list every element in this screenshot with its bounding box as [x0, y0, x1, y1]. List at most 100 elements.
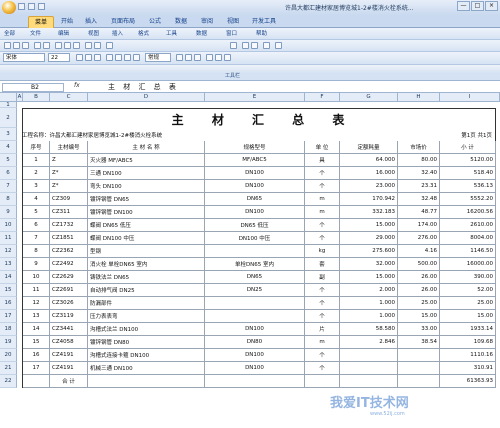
table-cell[interactable]: 29.000 — [340, 232, 398, 245]
number-format-select[interactable]: 常规 — [145, 53, 171, 62]
table-cell[interactable]: 15.000 — [340, 219, 398, 232]
table-cell[interactable]: DN100 — [205, 206, 305, 219]
table-cell[interactable]: 镀锌钢管 DN100 — [88, 206, 205, 219]
table-header-cell[interactable]: 主材编号 — [50, 141, 88, 154]
table-cell[interactable]: 5120.00 — [440, 154, 496, 167]
table-cell[interactable] — [88, 375, 205, 388]
row-header[interactable]: 13 — [0, 258, 17, 271]
table-cell[interactable]: 2.000 — [340, 284, 398, 297]
borders-icon[interactable] — [206, 54, 213, 61]
table-cell[interactable]: 10 — [23, 271, 50, 284]
select-all-corner[interactable] — [0, 93, 17, 102]
table-cell[interactable]: 消火栓 单栓DN65 室内 — [88, 258, 205, 271]
menu-data[interactable]: 数据 — [196, 30, 207, 38]
table-cell[interactable]: 9 — [23, 258, 50, 271]
tab-view[interactable]: 视图 — [222, 16, 244, 28]
row-header[interactable]: 17 — [0, 310, 17, 323]
preview-icon[interactable] — [43, 42, 50, 49]
table-cell[interactable]: m — [305, 206, 340, 219]
table-cell[interactable]: 25.00 — [398, 297, 440, 310]
table-cell[interactable] — [205, 375, 305, 388]
table-cell[interactable]: DN65 — [205, 271, 305, 284]
table-cell[interactable]: 64.000 — [340, 154, 398, 167]
table-cell[interactable]: 型钢 — [88, 245, 205, 258]
table-cell[interactable]: 沟槽式法兰 DN100 — [88, 323, 205, 336]
redo-icon[interactable] — [38, 3, 45, 10]
table-cell[interactable]: 弯头 DN100 — [88, 180, 205, 193]
sort-desc-icon[interactable] — [251, 42, 258, 49]
column-header[interactable]: G — [340, 93, 398, 102]
table-cell[interactable]: 个 — [305, 232, 340, 245]
underline-icon[interactable] — [94, 54, 101, 61]
table-cell[interactable] — [340, 349, 398, 362]
table-cell[interactable]: 片 — [305, 323, 340, 336]
menu-format[interactable]: 格式 — [138, 30, 149, 38]
table-cell[interactable]: 25.00 — [440, 297, 496, 310]
indent-icon[interactable] — [194, 54, 201, 61]
table-cell[interactable]: 1.000 — [340, 297, 398, 310]
menu-all[interactable]: 全部 — [4, 30, 15, 38]
table-cell[interactable]: 170.942 — [340, 193, 398, 206]
row-header[interactable]: 14 — [0, 271, 17, 284]
table-cell[interactable]: 1933.14 — [440, 323, 496, 336]
table-header-cell[interactable]: 定额耗量 — [340, 141, 398, 154]
table-cell[interactable]: 13 — [23, 310, 50, 323]
row-header[interactable]: 11 — [0, 232, 17, 245]
table-cell[interactable]: 536.13 — [440, 180, 496, 193]
table-cell[interactable]: 16200.56 — [440, 206, 496, 219]
row-header[interactable]: 16 — [0, 297, 17, 310]
table-cell[interactable]: DN65 低压 — [205, 219, 305, 232]
tab-page-layout[interactable]: 页面布局 — [106, 16, 140, 28]
comma-icon[interactable] — [185, 54, 192, 61]
table-cell[interactable]: CZ4191 — [50, 349, 88, 362]
row-header[interactable]: 15 — [0, 284, 17, 297]
table-cell[interactable] — [23, 375, 50, 388]
table-cell[interactable]: 1146.50 — [440, 245, 496, 258]
tab-review[interactable]: 审阅 — [196, 16, 218, 28]
table-cell[interactable]: 个 — [305, 310, 340, 323]
table-cell[interactable]: 4.16 — [398, 245, 440, 258]
table-cell[interactable]: 5 — [23, 206, 50, 219]
table-cell[interactable]: 15.00 — [398, 310, 440, 323]
table-cell[interactable]: 蝶阀 DN65 低压 — [88, 219, 205, 232]
italic-icon[interactable] — [85, 54, 92, 61]
table-cell[interactable] — [340, 362, 398, 375]
menu-tools[interactable]: 工具 — [166, 30, 177, 38]
table-cell[interactable]: 个 — [305, 219, 340, 232]
table-cell[interactable]: 11 — [23, 284, 50, 297]
align-center-icon[interactable] — [115, 54, 122, 61]
table-cell[interactable]: 8 — [23, 245, 50, 258]
undo-icon[interactable] — [85, 42, 92, 49]
table-cell[interactable]: DN100 中压 — [205, 232, 305, 245]
menu-window[interactable]: 窗口 — [226, 30, 237, 38]
menu-view[interactable]: 视图 — [88, 30, 99, 38]
table-cell[interactable]: 具 — [305, 154, 340, 167]
column-header[interactable]: B — [23, 93, 50, 102]
table-cell[interactable]: 5552.20 — [440, 193, 496, 206]
table-cell[interactable]: 275.600 — [340, 245, 398, 258]
table-cell[interactable]: CZ1732 — [50, 219, 88, 232]
table-cell[interactable]: 15.00 — [440, 310, 496, 323]
total-label-cell[interactable]: 合 计 — [50, 375, 88, 388]
table-header-cell[interactable]: 主 材 名 称 — [88, 141, 205, 154]
row-header[interactable]: 4 — [0, 141, 17, 154]
redo-icon[interactable] — [94, 42, 101, 49]
table-cell[interactable]: 镀锌钢管 DN65 — [88, 193, 205, 206]
table-cell[interactable]: 3 — [23, 180, 50, 193]
table-cell[interactable]: 8004.00 — [440, 232, 496, 245]
table-cell[interactable]: 15 — [23, 336, 50, 349]
font-color-icon[interactable] — [224, 54, 231, 61]
table-cell[interactable] — [205, 297, 305, 310]
table-cell[interactable]: 套 — [305, 258, 340, 271]
table-cell[interactable]: 17 — [23, 362, 50, 375]
maximize-button[interactable]: □ — [471, 1, 484, 11]
table-header-cell[interactable]: 市场价 — [398, 141, 440, 154]
row-header[interactable]: 21 — [0, 362, 17, 375]
table-cell[interactable]: CZ4058 — [50, 336, 88, 349]
table-cell[interactable]: 16.000 — [340, 167, 398, 180]
table-cell[interactable]: 1.000 — [340, 310, 398, 323]
table-cell[interactable]: 个 — [305, 167, 340, 180]
table-cell[interactable]: 2 — [23, 167, 50, 180]
table-cell[interactable]: CZ3119 — [50, 310, 88, 323]
column-header[interactable]: C — [50, 93, 88, 102]
